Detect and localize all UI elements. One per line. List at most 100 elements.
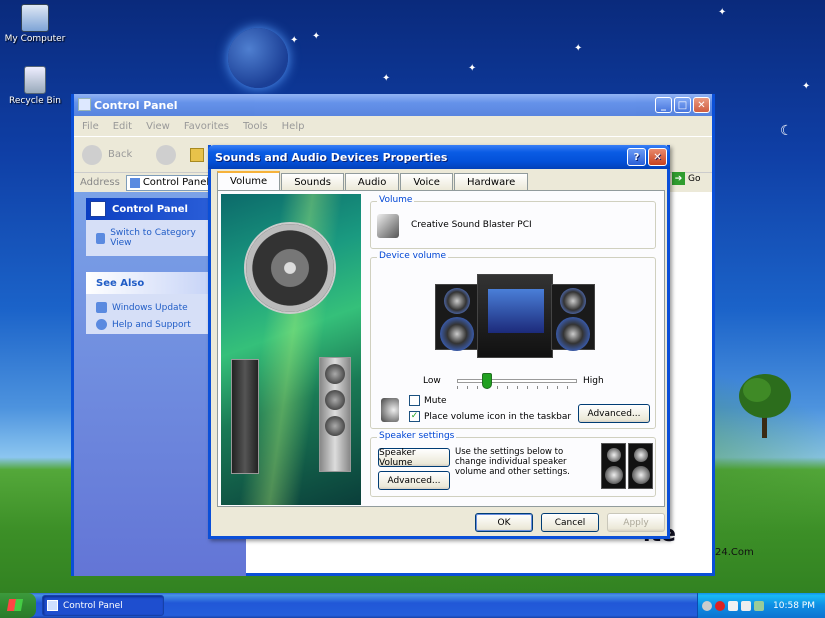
back-arrow-icon[interactable]	[82, 144, 102, 165]
star: ✦	[382, 73, 391, 84]
taskbar-icon-label: Place volume icon in the taskbar	[424, 411, 572, 422]
woofer-image	[244, 222, 336, 314]
speaker-settings-label: Speaker settings	[377, 431, 457, 441]
star: ✦	[312, 31, 321, 42]
tray-safely-remove-icon[interactable]	[728, 600, 738, 611]
volume-tab-page: Volume Creative Sound Blaster PCI Device…	[217, 190, 665, 507]
go-label: Go	[688, 173, 701, 184]
tray-network-icon[interactable]	[702, 600, 712, 611]
control-panel-titlebar[interactable]: Control Panel _ □ ✕	[74, 94, 712, 116]
go-button[interactable]: ➔ Go	[672, 172, 700, 185]
recycle-bin-icon	[24, 66, 46, 94]
crescent: ☾	[780, 123, 793, 139]
volume-group: Volume Creative Sound Blaster PCI	[370, 195, 656, 249]
control-panel-header-label: Control Panel	[112, 203, 188, 215]
my-computer-label: My Computer	[4, 34, 66, 44]
control-panel-header: Control Panel	[86, 198, 212, 220]
help-and-support-link[interactable]: Help and Support	[86, 316, 212, 333]
windows-update-link[interactable]: Windows Update	[86, 294, 212, 316]
star: ✦	[718, 7, 727, 18]
tray-security-alert-icon[interactable]	[715, 600, 725, 611]
menu-favorites[interactable]: Favorites	[184, 121, 229, 132]
mute-label: Mute	[424, 395, 447, 406]
tower-speaker-right	[319, 357, 351, 472]
speaker-advanced-button[interactable]: Advanced...	[378, 471, 450, 490]
address-label: Address	[80, 177, 120, 188]
address-value: Control Panel	[142, 177, 210, 188]
tab-hardware[interactable]: Hardware	[453, 173, 529, 190]
sounds-dialog[interactable]: Sounds and Audio Devices Properties ? ✕ …	[208, 145, 670, 539]
close-button[interactable]: ✕	[693, 97, 710, 113]
maximize-button[interactable]: □	[674, 97, 691, 113]
computer-icon	[21, 4, 49, 32]
control-panel-icon	[78, 98, 91, 111]
menu-help[interactable]: Help	[282, 121, 305, 132]
menu-file[interactable]: File	[82, 121, 99, 132]
tab-sounds[interactable]: Sounds	[281, 173, 344, 190]
forward-arrow-icon[interactable]	[156, 144, 177, 165]
switch-link-label: Switch to Category View	[110, 228, 196, 248]
control-panel-small-icon	[129, 177, 140, 188]
cancel-button[interactable]: Cancel	[541, 513, 599, 532]
speaker-artwork	[221, 194, 361, 505]
star: ✦	[574, 43, 583, 54]
tray-clock: 10:58 PM	[773, 600, 815, 611]
mute-checkbox-box[interactable]	[409, 395, 420, 406]
speaker-volume-button[interactable]: Speaker Volume	[378, 448, 450, 468]
help-button[interactable]: ?	[627, 148, 646, 166]
taskbar-control-panel-button[interactable]: Control Panel	[42, 595, 164, 616]
taskbar-control-panel-label: Control Panel	[63, 600, 123, 611]
control-panel-header-icon	[90, 201, 106, 217]
taskbar-icon-checkbox[interactable]: ✓ Place volume icon in the taskbar	[409, 411, 571, 422]
ok-button[interactable]: OK	[475, 513, 533, 532]
start-button[interactable]	[0, 593, 36, 618]
slider-low-label: Low	[423, 376, 441, 386]
speakers-image	[601, 443, 653, 489]
tab-strip: Volume Sounds Audio Voice Hardware	[217, 171, 529, 190]
tower-speaker-left	[231, 359, 259, 474]
star: ✦	[290, 35, 299, 46]
my-computer-desktop-icon[interactable]: My Computer	[0, 4, 70, 44]
menu-bar: File Edit View Favorites Tools Help	[74, 116, 712, 136]
apply-button[interactable]: Apply	[607, 513, 665, 532]
tray-volume-icon[interactable]	[741, 600, 751, 611]
tab-volume[interactable]: Volume	[217, 171, 281, 190]
windows-update-label: Windows Update	[112, 302, 188, 313]
dialog-titlebar[interactable]: Sounds and Audio Devices Properties ? ✕	[208, 145, 670, 169]
slider-high-label: High	[583, 376, 604, 386]
up-folder-icon[interactable]	[190, 147, 205, 162]
device-name: Creative Sound Blaster PCI	[411, 220, 532, 230]
volume-slider-thumb[interactable]	[482, 373, 492, 389]
tray-misc-icon[interactable]	[754, 600, 764, 611]
help-and-support-label: Help and Support	[112, 319, 191, 330]
taskbar-icon-checkbox-box[interactable]: ✓	[409, 411, 420, 422]
mute-checkbox[interactable]: Mute	[409, 395, 447, 406]
tab-voice[interactable]: Voice	[400, 173, 453, 190]
star: ✦	[802, 81, 811, 92]
volume-slider-ticks	[457, 386, 577, 389]
recycle-bin-label: Recycle Bin	[9, 96, 61, 106]
menu-edit[interactable]: Edit	[113, 121, 132, 132]
volume-group-label: Volume	[377, 195, 415, 205]
dialog-close-button[interactable]: ✕	[648, 148, 667, 166]
windows-update-icon	[96, 302, 107, 313]
back-label[interactable]: Back	[108, 149, 132, 160]
dialog-title: Sounds and Audio Devices Properties	[215, 150, 448, 164]
device-advanced-button[interactable]: Advanced...	[578, 404, 650, 423]
menu-tools[interactable]: Tools	[243, 121, 268, 132]
control-panel-title: Control Panel	[94, 98, 178, 112]
tab-audio[interactable]: Audio	[344, 173, 400, 190]
recycle-bin-desktop-icon[interactable]: Recycle Bin	[0, 66, 70, 106]
menu-view[interactable]: View	[146, 121, 170, 132]
help-icon	[96, 319, 107, 330]
see-also-box: See Also Windows Update Help and Support	[86, 272, 212, 334]
volume-slider-track[interactable]	[457, 379, 577, 383]
control-panel-task-icon	[47, 600, 58, 611]
moon-wallpaper-art	[228, 28, 288, 88]
device-volume-label: Device volume	[377, 251, 448, 261]
go-arrow-icon: ➔	[672, 172, 685, 185]
star: ✦	[468, 63, 477, 74]
switch-to-category-link[interactable]: Switch to Category View	[86, 220, 212, 251]
watermark-sub-text: 24.Com	[715, 547, 754, 558]
minimize-button[interactable]: _	[655, 97, 672, 113]
